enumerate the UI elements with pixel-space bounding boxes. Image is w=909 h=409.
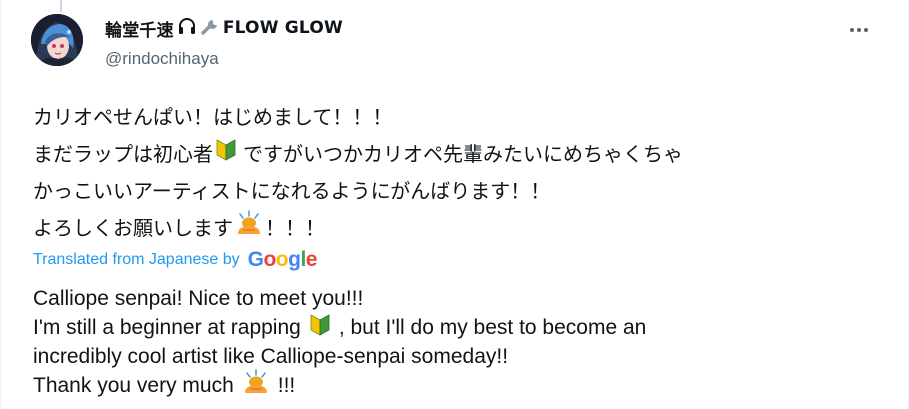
translation-attribution: Translated from Japanese by Google bbox=[33, 248, 317, 272]
translated-from-link[interactable]: Translated from Japanese by bbox=[33, 251, 240, 269]
headphones-icon bbox=[177, 16, 197, 41]
translated-text-segment: , but I'll do my best to become an bbox=[338, 316, 647, 339]
tweet-text-line: カリオペせんぱい！はじめまして！！！ bbox=[33, 99, 883, 136]
tweet-text-segment: ！！！ bbox=[265, 216, 325, 240]
tweet-card[interactable]: 輪堂千速 FLOW GLOW @rindochihaya カリオペせんぱい！はじ… bbox=[0, 0, 909, 409]
avatar[interactable] bbox=[31, 14, 83, 66]
translated-text-segment: Calliope senpai! Nice to meet you!!! bbox=[33, 287, 364, 310]
translated-text-segment: !!! bbox=[277, 374, 296, 397]
tweet-text-segment: よろしくお願いします bbox=[33, 216, 233, 240]
google-logo: Google bbox=[247, 248, 318, 271]
tweet-text-line: まだラップは初心者 ですがいつかカリオペ先輩みたいにめちゃくちゃ bbox=[33, 136, 883, 173]
bowing-person-icon bbox=[235, 209, 263, 248]
tweet-text-line: かっこいいアーティストになれるようにがんばります！！ bbox=[33, 173, 883, 210]
translated-text-segment: incredibly cool artist like Calliope-sen… bbox=[33, 345, 509, 368]
tweet-text-segment: ですがいつかカリオペ先輩みたいにめちゃくちゃ bbox=[243, 142, 683, 166]
author-display-name-suffix[interactable]: FLOW GLOW bbox=[223, 18, 343, 38]
author-name-row[interactable]: 輪堂千速 FLOW GLOW bbox=[105, 16, 343, 41]
tweet-text-line: よろしくお願いします ！！！ bbox=[33, 209, 883, 248]
translated-text-line: incredibly cool artist like Calliope-sen… bbox=[33, 342, 883, 371]
tweet-text-segment: まだラップは初心者 bbox=[33, 142, 213, 166]
beginner-mark-icon bbox=[309, 312, 331, 344]
translated-text-segment: Thank you very much bbox=[33, 374, 234, 397]
tweet-translated-text: Calliope senpai! Nice to meet you!!! I'm… bbox=[33, 284, 883, 400]
wrench-icon bbox=[199, 16, 221, 41]
more-dot-icon bbox=[864, 28, 868, 32]
more-dot-icon bbox=[850, 28, 854, 32]
tweet-text-segment: かっこいいアーティストになれるようにがんばります！！ bbox=[33, 179, 551, 203]
author-handle[interactable]: @rindochihaya bbox=[105, 49, 343, 69]
more-options-button[interactable] bbox=[844, 20, 874, 40]
translated-text-line: Calliope senpai! Nice to meet you!!! bbox=[33, 284, 883, 313]
translated-text-segment: I'm still a beginner at rapping bbox=[33, 316, 301, 339]
avatar-image bbox=[31, 14, 83, 66]
tweet-header: 輪堂千速 FLOW GLOW @rindochihaya bbox=[105, 16, 343, 69]
tweet-original-text: カリオペせんぱい！はじめまして！！！ まだラップは初心者 ですがいつかカリオペ先… bbox=[33, 99, 883, 247]
more-dot-icon bbox=[857, 28, 861, 32]
translated-text-line: Thank you very much !!! bbox=[33, 368, 883, 403]
beginner-mark-icon bbox=[215, 136, 237, 173]
bowing-person-icon bbox=[242, 368, 270, 403]
tweet-text-segment: カリオペせんぱい！はじめまして！！！ bbox=[33, 105, 393, 129]
translated-text-line: I'm still a beginner at rapping , but I'… bbox=[33, 313, 883, 342]
author-display-name[interactable]: 輪堂千速 bbox=[105, 16, 174, 41]
